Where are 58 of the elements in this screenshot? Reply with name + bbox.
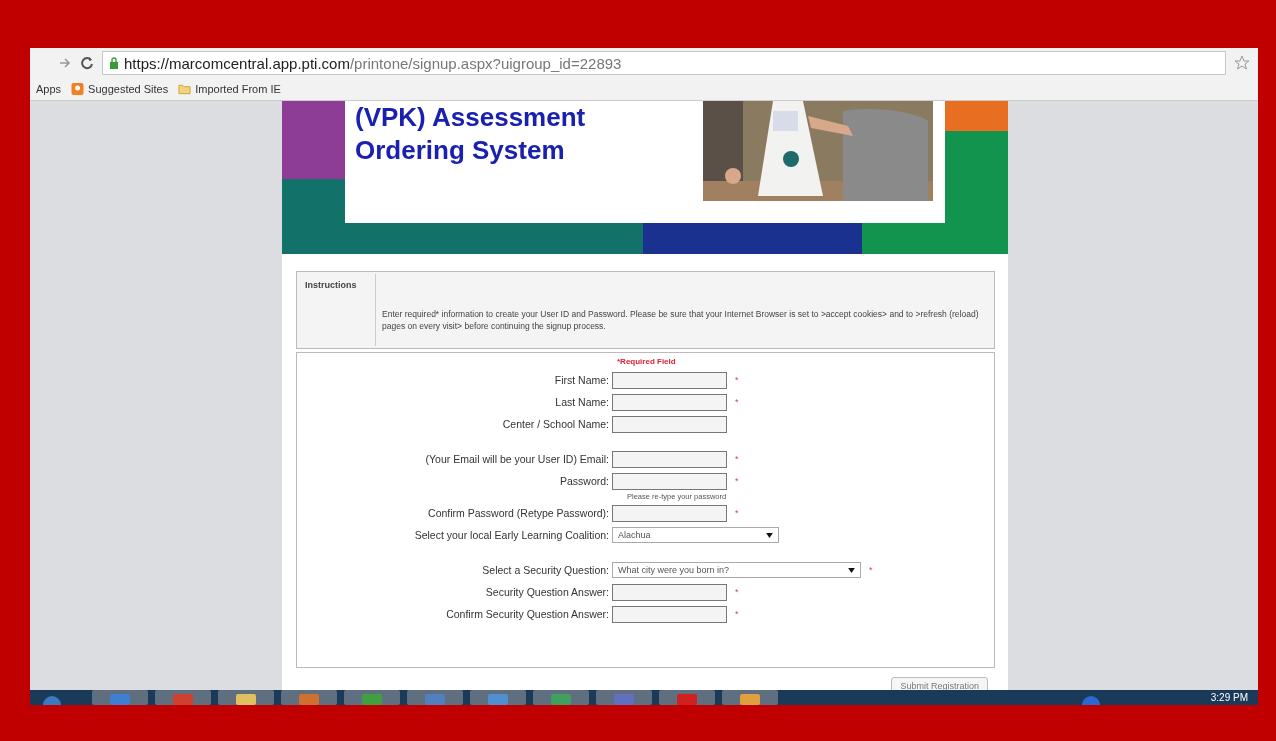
input-field[interactable] (612, 504, 727, 522)
caret-icon (766, 532, 773, 538)
reload-icon[interactable] (80, 56, 94, 70)
required-mark: * (735, 397, 739, 407)
field-label: Password: (558, 475, 610, 487)
input-field[interactable] (612, 415, 727, 433)
bookmark-link[interactable]: Imported From IE (178, 83, 281, 95)
submit-button[interactable]: Submit Registration (891, 677, 988, 690)
required-mark: * (735, 375, 739, 385)
input-field[interactable] (612, 393, 727, 411)
instructions-heading: Instructions (299, 274, 376, 346)
forward-icon[interactable] (58, 56, 72, 70)
star-icon[interactable] (1234, 55, 1250, 71)
taskbar-app-icon[interactable] (344, 690, 400, 705)
help-icon[interactable] (1080, 695, 1101, 705)
taskbar-app-icon[interactable] (722, 690, 778, 705)
field-label: Confirm Security Question Answer: (445, 608, 610, 620)
field-label: Select your local Early Learning Coalition: (413, 529, 610, 541)
required-mark: * (735, 476, 739, 486)
lock-icon (109, 57, 119, 69)
taskbar-app-icon[interactable] (407, 690, 463, 705)
site-icon (71, 83, 85, 95)
field-label: Confirm Password (Retype Password): (427, 507, 610, 519)
instructions-text: Enter required* information to create your User ID and Password. Please be sure that your Internet Browser is set to >accept cookies> and to >refresh (reload) pages on every visit> before continuing the signup process. (381, 308, 980, 334)
taskbar-app-icon[interactable] (92, 690, 148, 705)
field-label: (Your Email will be your User ID) Email: (424, 453, 610, 465)
input-field[interactable] (612, 583, 727, 601)
input-field[interactable] (612, 472, 727, 490)
start-icon[interactable] (42, 695, 62, 705)
required-mark: * (735, 508, 739, 518)
bookmark-link[interactable]: Apps (36, 83, 62, 95)
banner-title: (VPK) Assessment (355, 101, 586, 134)
field-label: Center / School Name: (501, 418, 610, 430)
folder-icon (178, 83, 192, 95)
caret-icon (848, 567, 855, 573)
required-mark: * (735, 609, 739, 619)
taskbar-app-icon[interactable] (470, 690, 526, 705)
field-label: Security Question Answer: (484, 586, 610, 598)
required-mark: * (735, 454, 739, 464)
select-field[interactable]: What city were you born in? (612, 562, 861, 578)
bookmark-link[interactable]: Suggested Sites (71, 83, 169, 95)
banner-title: Ordering System (355, 133, 566, 166)
taskbar-app-icon[interactable] (533, 690, 589, 705)
taskbar-app-icon[interactable] (281, 690, 337, 705)
taskbar-app-icon[interactable] (218, 690, 274, 705)
required-note: *Required Field (616, 357, 677, 366)
address-bar[interactable]: https://marcomcentral.app.pti.com/printone/signup.aspx?uigroup_id=22893 (102, 51, 1226, 75)
url-text: https://marcomcentral.app.pti.com/printone/signup.aspx?uigroup_id=22893 (124, 54, 622, 72)
field-label: Select a Security Question: (481, 564, 610, 576)
input-field[interactable] (612, 371, 727, 389)
field-label: First Name: (553, 374, 610, 386)
input-field[interactable] (612, 450, 727, 468)
select-field[interactable]: Alachua (612, 527, 779, 543)
input-field[interactable] (612, 605, 727, 623)
required-mark: * (735, 587, 739, 597)
clock: 3:29 PM (1210, 692, 1248, 703)
field-label: Last Name: (554, 396, 610, 408)
required-mark: * (869, 565, 873, 575)
